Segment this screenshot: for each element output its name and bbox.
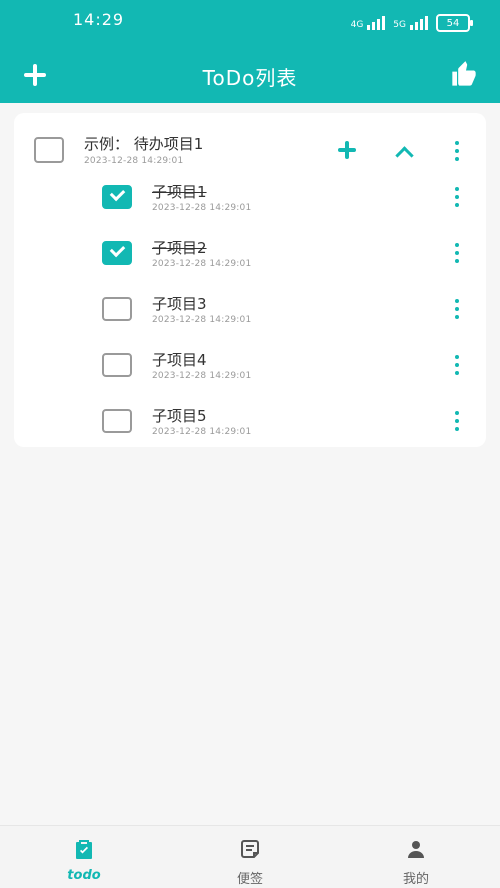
battery-level: 54 (446, 17, 460, 29)
thumbs-up-icon[interactable] (450, 60, 478, 88)
page-title: ToDo列表 (202, 66, 298, 90)
signal-bar-icon (382, 16, 386, 30)
todo-card: 示例： 待办项目1 2023-12-28 14:29:01 子项目1 2023-… (14, 113, 486, 447)
subitem-row-2[interactable]: 子项目2 2023-12-28 14:29:01 (14, 229, 486, 285)
more-menu-icon[interactable] (454, 299, 460, 319)
subitem-row-3[interactable]: 子项目3 2023-12-28 14:29:01 (14, 285, 486, 341)
signal-5g: 5G (393, 16, 428, 30)
more-menu-icon[interactable] (454, 141, 460, 161)
subitem-checkbox[interactable] (102, 241, 132, 265)
signal-bar-icon (367, 25, 371, 30)
signal-bar-icon (425, 16, 428, 30)
signal-5g-label: 5G (393, 20, 406, 30)
tab-profile[interactable]: 我的 (376, 834, 456, 888)
user-icon (408, 841, 424, 858)
signal-bar-icon (415, 22, 418, 30)
tab-label: 我的 (402, 872, 429, 887)
signal-bar-icon (420, 19, 423, 30)
subitem-row-4[interactable]: 子项目4 2023-12-28 14:29:01 (14, 341, 486, 397)
tab-label: 便签 (236, 872, 263, 887)
subitem-time: 2023-12-28 14:29:01 (152, 203, 252, 213)
more-menu-icon[interactable] (454, 243, 460, 263)
todo-main-row[interactable]: 示例： 待办项目1 2023-12-28 14:29:01 (14, 121, 486, 181)
tab-notes[interactable]: 便签 (210, 834, 290, 888)
subitem-row-5[interactable]: 子项目5 2023-12-28 14:29:01 (14, 397, 486, 453)
subitem-checkbox[interactable] (102, 297, 132, 321)
subitem-title: 子项目5 (152, 407, 207, 425)
bottom-nav: todo 便签 我的 (0, 825, 500, 888)
subitem-title: 子项目2 (152, 239, 207, 257)
more-menu-icon[interactable] (454, 187, 460, 207)
main-checkbox[interactable] (34, 137, 64, 163)
subitem-title: 子项目1 (152, 183, 207, 201)
subitem-row-1[interactable]: 子项目1 2023-12-28 14:29:01 (14, 173, 486, 229)
subitem-time: 2023-12-28 14:29:01 (152, 259, 252, 269)
tab-todo[interactable]: todo (44, 834, 124, 888)
status-time: 14:29 (73, 10, 125, 29)
top-header: 14:29 4G 5G 54 ToDo列表 (0, 0, 500, 103)
main-title: 示例： 待办项目1 (84, 135, 204, 153)
battery-icon: 54 (436, 14, 473, 32)
subitem-title: 子项目3 (152, 295, 207, 313)
signal-bar-icon (410, 25, 413, 30)
subitem-time: 2023-12-28 14:29:01 (152, 315, 252, 325)
status-right: 4G 5G 54 (351, 14, 473, 32)
subitem-checkbox[interactable] (102, 409, 132, 433)
subitem-checkbox[interactable] (102, 185, 132, 209)
collapse-chevron-up-icon[interactable] (396, 145, 410, 159)
more-menu-icon[interactable] (454, 355, 460, 375)
status-bar: 14:29 4G 5G 54 (0, 10, 500, 34)
add-subitem-button[interactable] (338, 141, 356, 159)
more-menu-icon[interactable] (454, 411, 460, 431)
clipboard-check-icon (76, 840, 92, 859)
signal-bar-icon (372, 22, 376, 30)
subitem-title: 子项目4 (152, 351, 207, 369)
app-bar: ToDo列表 (0, 54, 500, 98)
subitem-time: 2023-12-28 14:29:01 (152, 371, 252, 381)
main-time: 2023-12-28 14:29:01 (84, 156, 184, 166)
note-icon (241, 840, 259, 858)
subitem-time: 2023-12-28 14:29:01 (152, 427, 252, 437)
subitem-checkbox[interactable] (102, 353, 132, 377)
tab-label: todo (67, 868, 101, 883)
signal-bar-icon (377, 19, 381, 30)
signal-4g: 4G (351, 16, 386, 30)
signal-4g-label: 4G (350, 20, 364, 30)
